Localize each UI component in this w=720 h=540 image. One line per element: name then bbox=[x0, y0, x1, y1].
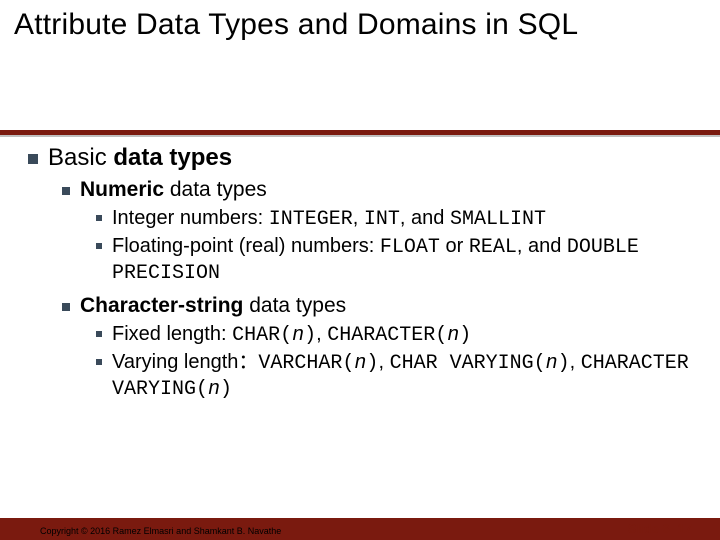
slide-number: Slide 6- 17 bbox=[628, 521, 692, 536]
bullet-text: Integer numbers: INTEGER, INT, and SMALL… bbox=[112, 206, 546, 232]
bullet-text: Character-string data types bbox=[80, 294, 346, 318]
bullet-square-icon bbox=[96, 243, 102, 249]
slide-body: Basic data types Numeric data types Inte… bbox=[28, 144, 692, 404]
code-text: CHAR( bbox=[232, 324, 292, 347]
bullet-square-icon bbox=[28, 154, 38, 164]
slide-title: Attribute Data Types and Domains in SQL bbox=[0, 0, 720, 43]
bullet-text: Numeric data types bbox=[80, 178, 267, 202]
slide: { "title": "Attribute Data Types and Dom… bbox=[0, 0, 720, 540]
text-plain: Varying length bbox=[112, 351, 238, 373]
bullet-text: Varying length：VARCHAR(n), CHAR VARYING(… bbox=[112, 350, 692, 402]
text-plain: , bbox=[316, 323, 327, 345]
text-plain: or bbox=[440, 235, 469, 257]
bullet-lvl3-integer: Integer numbers: INTEGER, INT, and SMALL… bbox=[96, 206, 692, 232]
code-text: VARCHAR( bbox=[258, 352, 354, 375]
code-text: ) bbox=[220, 378, 232, 401]
code-text: ) bbox=[558, 352, 570, 375]
text-plain: , bbox=[378, 351, 389, 373]
text-plain: Floating-point (real) numbers: bbox=[112, 235, 380, 257]
bullet-text: Fixed length: CHAR(n), CHARACTER(n) bbox=[112, 322, 471, 348]
code-text: CHAR VARYING( bbox=[390, 352, 546, 375]
code-italic: n bbox=[292, 324, 304, 347]
bullet-lvl2-numeric: Numeric data types bbox=[62, 178, 692, 202]
text-plain: data types bbox=[164, 178, 267, 201]
bullet-lvl3-float: Floating-point (real) numbers: FLOAT or … bbox=[96, 234, 692, 286]
text-plain: , and bbox=[517, 235, 567, 257]
text-plain: Integer numbers: bbox=[112, 207, 269, 229]
bullet-lvl2-charstring: Character-string data types bbox=[62, 294, 692, 318]
copyright-text: Copyright © 2016 Ramez Elmasri and Shamk… bbox=[40, 526, 281, 536]
code-text: ) bbox=[459, 324, 471, 347]
bullet-square-icon bbox=[96, 359, 102, 365]
bullet-lvl1-basic: Basic data types bbox=[28, 144, 692, 172]
bullet-text: Basic data types bbox=[48, 144, 232, 172]
text-plain: , bbox=[570, 351, 581, 373]
code-text: REAL bbox=[469, 236, 517, 259]
text-plain: , and bbox=[400, 207, 450, 229]
bullet-text: Floating-point (real) numbers: FLOAT or … bbox=[112, 234, 692, 286]
code-text: FLOAT bbox=[380, 236, 440, 259]
code-text: INT bbox=[364, 208, 400, 231]
code-text: SMALLINT bbox=[450, 208, 546, 231]
code-text: CHARACTER( bbox=[327, 324, 447, 347]
code-text: INTEGER bbox=[269, 208, 353, 231]
bullet-square-icon bbox=[96, 215, 102, 221]
bullet-lvl3-fixed: Fixed length: CHAR(n), CHARACTER(n) bbox=[96, 322, 692, 348]
code-text: ： bbox=[238, 352, 258, 375]
code-text: ) bbox=[366, 352, 378, 375]
code-italic: n bbox=[208, 378, 220, 401]
text-charstring: Character-string bbox=[80, 294, 243, 317]
accent-bar-shadow bbox=[0, 135, 720, 137]
text-plain: data types bbox=[243, 294, 346, 317]
code-text: ) bbox=[304, 324, 316, 347]
bullet-lvl3-varying: Varying length：VARCHAR(n), CHAR VARYING(… bbox=[96, 350, 692, 402]
text-plain: , bbox=[353, 207, 364, 229]
bullet-square-icon bbox=[96, 331, 102, 337]
text-basic: Basic bbox=[48, 144, 107, 171]
bullet-square-icon bbox=[62, 187, 70, 195]
text-numeric: Numeric bbox=[80, 178, 164, 201]
code-italic: n bbox=[546, 352, 558, 375]
text-plain: Fixed length: bbox=[112, 323, 232, 345]
text-datatypes: data types bbox=[107, 144, 232, 171]
code-italic: n bbox=[447, 324, 459, 347]
bullet-square-icon bbox=[62, 303, 70, 311]
code-italic: n bbox=[354, 352, 366, 375]
